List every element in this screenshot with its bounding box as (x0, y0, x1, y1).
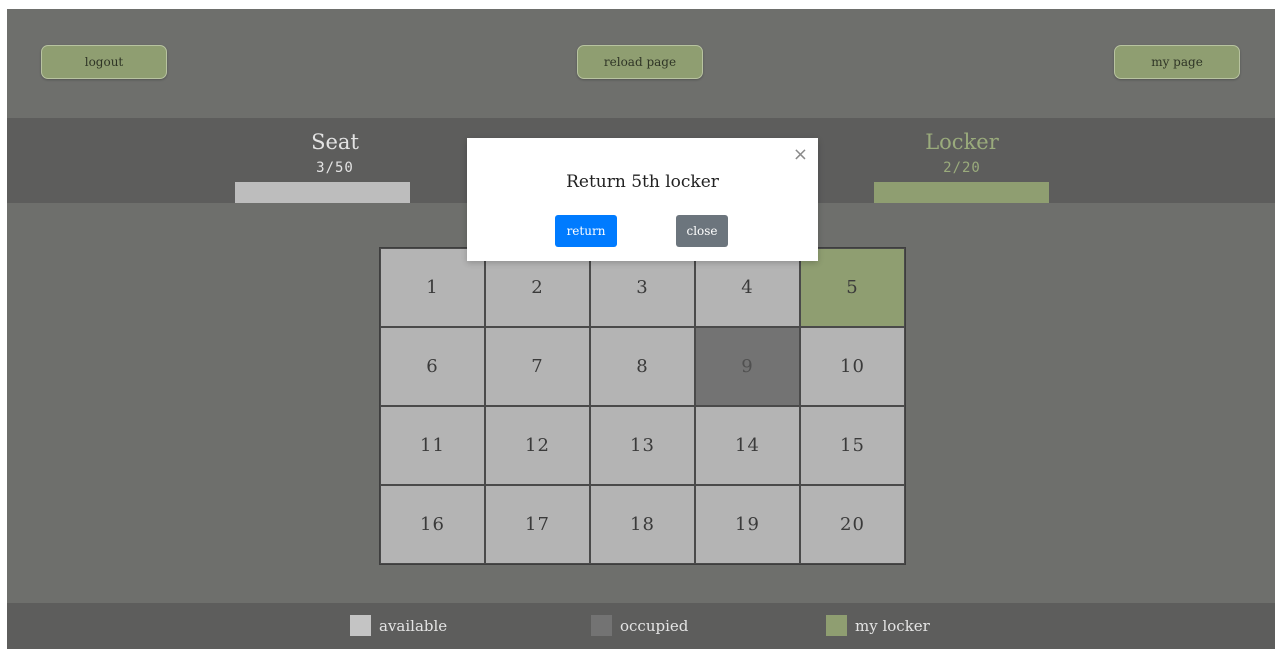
my-page-button[interactable]: my page (1114, 45, 1240, 79)
close-button[interactable]: close (676, 215, 728, 247)
legend-occupied-label: occupied (620, 616, 689, 635)
available-swatch (350, 615, 371, 636)
legend-mine: my locker (826, 615, 930, 636)
locker-cell-8[interactable]: 8 (590, 327, 695, 406)
seat-bar (235, 182, 410, 203)
return-button[interactable]: return (555, 215, 617, 247)
seat-label: Seat (311, 130, 359, 154)
locker-count: 2/20 (943, 160, 981, 176)
modal-title: Return 5th locker (566, 172, 719, 192)
mine-swatch (826, 615, 847, 636)
locker-cell-10[interactable]: 10 (800, 327, 905, 406)
locker-label: Locker (925, 130, 999, 154)
legend-mine-label: my locker (855, 616, 930, 635)
locker-grid: 1 2 3 4 5 6 7 8 9 10 11 12 13 14 15 16 17 18 19 20 (379, 247, 906, 565)
legend: available occupied my locker (7, 603, 1275, 649)
locker-cell-6[interactable]: 6 (380, 327, 485, 406)
top-bar: logout reload page my page (7, 9, 1275, 118)
locker-cell-17[interactable]: 17 (485, 485, 590, 564)
locker-cell-7[interactable]: 7 (485, 327, 590, 406)
legend-available-label: available (379, 616, 448, 635)
locker-cell-16[interactable]: 16 (380, 485, 485, 564)
locker-cell-15[interactable]: 15 (800, 406, 905, 485)
locker-cell-9[interactable]: 9 (695, 327, 800, 406)
locker-bar (874, 182, 1049, 203)
app-window: logout reload page my page Seat 3/50 Loc… (7, 9, 1275, 649)
locker-cell-14[interactable]: 14 (695, 406, 800, 485)
legend-available: available (350, 615, 447, 636)
locker-cell-18[interactable]: 18 (590, 485, 695, 564)
locker-cell-19[interactable]: 19 (695, 485, 800, 564)
logout-button[interactable]: logout (41, 45, 167, 79)
close-icon[interactable]: × (793, 144, 808, 165)
locker-cell-11[interactable]: 11 (380, 406, 485, 485)
occupied-swatch (591, 615, 612, 636)
seat-count: 3/50 (316, 160, 354, 176)
locker-cell-13[interactable]: 13 (590, 406, 695, 485)
return-locker-modal: × Return 5th locker return close (467, 138, 818, 261)
locker-cell-20[interactable]: 20 (800, 485, 905, 564)
reload-page-button[interactable]: reload page (577, 45, 703, 79)
locker-cell-12[interactable]: 12 (485, 406, 590, 485)
legend-occupied: occupied (591, 615, 688, 636)
